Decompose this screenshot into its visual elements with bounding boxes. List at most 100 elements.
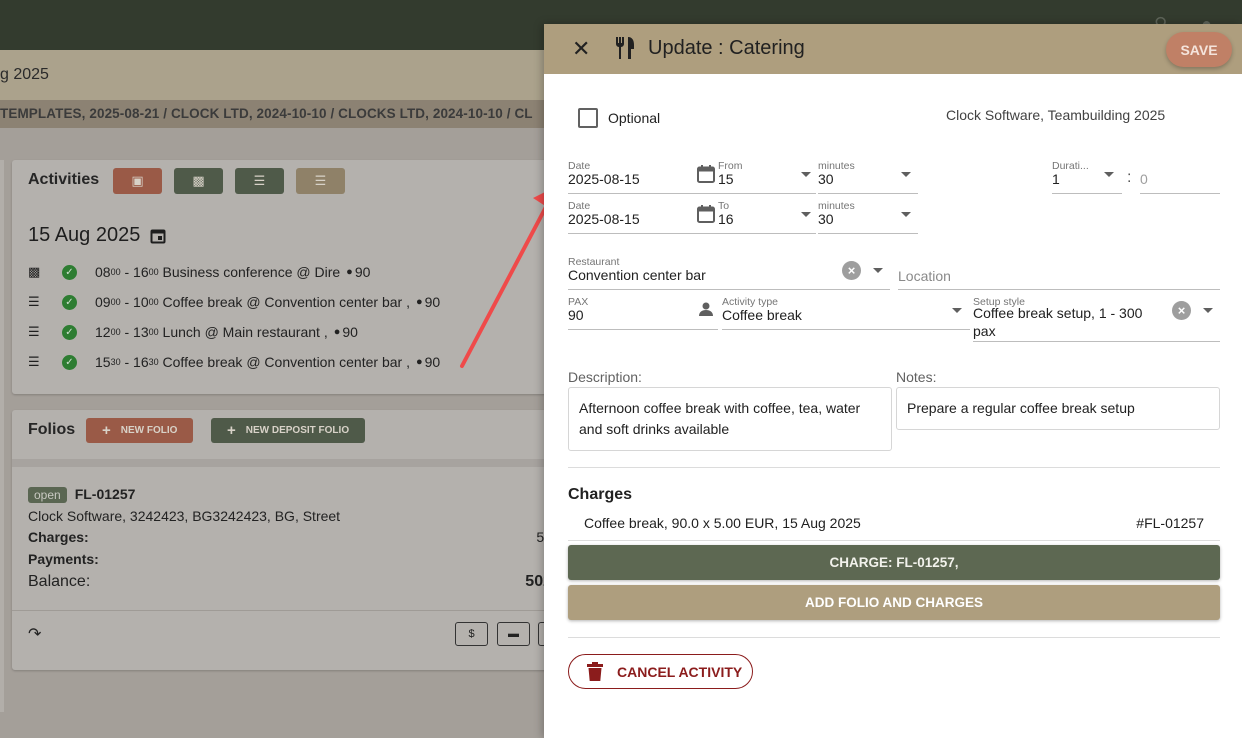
client-event: Clock Software, Teambuilding 2025 — [946, 107, 1166, 123]
cash-icon[interactable]: $ — [455, 622, 488, 646]
confirmed-icon: ✓ — [62, 294, 77, 310]
field-underline — [568, 289, 890, 290]
trash-icon — [587, 662, 603, 681]
catering-icon: ☰ — [253, 173, 266, 188]
chevron-down-icon — [801, 212, 811, 217]
notes-textarea[interactable]: Prepare a regular coffee break setup — [896, 387, 1220, 430]
card-icon[interactable]: ▬ — [497, 622, 530, 646]
restaurant-value: Convention center bar — [568, 267, 706, 283]
field-underline — [718, 233, 816, 234]
charges-divider — [568, 540, 1220, 541]
description-label: Description: — [568, 369, 642, 385]
activity-row[interactable]: ☰ ✓ 15 30 - 16 30 Coffee break @ Conventio… — [28, 354, 440, 370]
person-icon: ● — [333, 326, 341, 338]
pax-value: 90 — [568, 307, 584, 323]
catering-icon: ☰ — [28, 294, 40, 309]
folios-divider — [12, 459, 552, 467]
activity-row[interactable]: ☰ ✓ 09 00 - 10 00 Coffee break @ Conventio… — [28, 294, 440, 310]
from-date-value: 2025-08-15 — [568, 171, 640, 187]
new-deposit-folio-button[interactable]: + NEW DEPOSIT FOLIO — [211, 418, 366, 443]
activities-date: 15 Aug 2025 — [28, 224, 166, 247]
duration-hours-select[interactable]: Durati... 1 — [1052, 160, 1122, 194]
dialog-header: ✕ Update : Catering SAVE — [544, 24, 1242, 74]
add-folio-and-charges-button[interactable]: ADD FOLIO AND CHARGES — [568, 585, 1220, 620]
charge-item[interactable]: Coffee break, 90.0 x 5.00 EUR, 15 Aug 20… — [584, 515, 861, 531]
start-minutes: 00 — [110, 297, 121, 307]
end-minutes: 00 — [148, 327, 159, 337]
duration-hours-value: 1 — [1052, 171, 1060, 187]
close-icon[interactable]: ✕ — [572, 36, 590, 62]
cancel-activity-label: CANCEL ACTIVITY — [617, 663, 743, 680]
end-hour: 16 — [133, 354, 149, 370]
charges-title: Charges — [568, 486, 633, 503]
optional-checkbox[interactable] — [578, 108, 598, 128]
activity-row[interactable]: ☰ ✓ 12 00 - 13 00 Lunch @ Main restaurant … — [28, 324, 358, 340]
folio-client: Clock Software, 3242423, BG3242423, BG, … — [28, 508, 341, 524]
activity-pax: 90 — [342, 324, 358, 340]
new-folio-button[interactable]: + NEW FOLIO — [86, 418, 194, 443]
duration-minutes-input[interactable]: 0 — [1140, 160, 1220, 194]
calendar-icon[interactable] — [696, 204, 716, 224]
plus-icon: + — [102, 422, 111, 439]
folio-header[interactable]: open FL-01257 — [28, 486, 135, 503]
activity-row[interactable]: ▩ ✓ 08 00 - 16 00 Business conference @ Di… — [28, 264, 370, 280]
field-underline — [973, 341, 1220, 342]
start-hour: 15 — [95, 354, 111, 370]
activity-type-select[interactable]: Activity type Coffee break — [722, 296, 970, 330]
cancel-activity-button[interactable]: CANCEL ACTIVITY — [568, 654, 753, 689]
add-catering-button[interactable]: ☰ — [235, 168, 284, 194]
add-task-button[interactable]: ☰ — [296, 168, 345, 194]
clear-icon[interactable]: × — [842, 261, 861, 280]
pax-input[interactable]: PAX 90 — [568, 296, 718, 330]
catering-icon — [616, 37, 634, 59]
section-divider — [568, 467, 1220, 468]
activity-type-value: Coffee break — [722, 307, 802, 323]
setup-style-select[interactable]: Setup style Coffee break setup, 1 - 300 … — [973, 296, 1220, 342]
person-icon: ● — [346, 266, 353, 278]
from-minutes-select[interactable]: minutes 30 — [818, 160, 918, 194]
activity-text: Lunch @ Main restaurant , — [162, 324, 328, 340]
catering-icon: ☰ — [28, 354, 40, 369]
restaurant-select[interactable]: Restaurant Convention center bar × — [568, 256, 890, 290]
description-textarea[interactable]: Afternoon coffee break with coffee, tea,… — [568, 387, 892, 451]
to-hour-select[interactable]: To 16 — [718, 200, 816, 234]
payments-label: Payments: — [28, 551, 99, 567]
new-folio-label: NEW FOLIO — [120, 425, 178, 436]
balance-label: Balance: — [28, 573, 91, 590]
to-minutes-select[interactable]: minutes 30 — [818, 200, 918, 234]
calendar-icon: ▣ — [131, 173, 144, 188]
clear-icon[interactable]: × — [1172, 301, 1191, 320]
from-hour-value: 15 — [718, 171, 734, 187]
optional-label: Optional — [608, 110, 661, 126]
field-underline — [568, 193, 718, 194]
folio-footer-divider — [12, 610, 552, 611]
notes-label: Notes: — [896, 369, 937, 385]
chevron-down-icon — [952, 308, 962, 313]
to-hour-value: 16 — [718, 211, 734, 227]
chevron-down-icon — [1203, 308, 1213, 313]
charge-folio-button[interactable]: CHARGE: FL-01257, — [568, 545, 1220, 580]
breadcrumb[interactable]: TEMPLATES, 2025-08-21 / CLOCK LTD, 2024-… — [0, 106, 533, 121]
conference-icon: ▩ — [28, 264, 41, 279]
location-input[interactable]: Location — [898, 256, 1220, 290]
activity-text: Business conference @ Dire — [162, 264, 341, 280]
setup-style-value: Coffee break setup, 1 - 300 pax — [973, 305, 1143, 339]
end-minutes: 00 — [148, 267, 159, 277]
share-icon[interactable]: ↷ — [28, 624, 41, 644]
add-event-button[interactable]: ▣ — [113, 168, 162, 194]
calendar-icon[interactable] — [150, 228, 166, 244]
start-minutes: 30 — [110, 357, 121, 367]
end-hour: 13 — [133, 324, 149, 340]
person-icon: ● — [415, 356, 423, 368]
save-button[interactable]: SAVE — [1166, 32, 1232, 67]
from-hour-select[interactable]: From 15 — [718, 160, 816, 194]
add-conference-button[interactable]: ▩ — [174, 168, 223, 194]
activities-date-text: 15 Aug 2025 — [28, 224, 141, 246]
to-minutes-value: 30 — [818, 211, 834, 227]
calendar-icon[interactable] — [696, 164, 716, 184]
folios-title: Folios — [28, 421, 76, 438]
activity-pax: 90 — [424, 354, 441, 370]
activities-card: Activities ▣ ▩ ☰ ☰ 15 Aug 2025 ▩ ✓ 08 00 … — [12, 160, 552, 394]
person-icon: ● — [415, 296, 423, 308]
status-badge: open — [28, 487, 67, 503]
